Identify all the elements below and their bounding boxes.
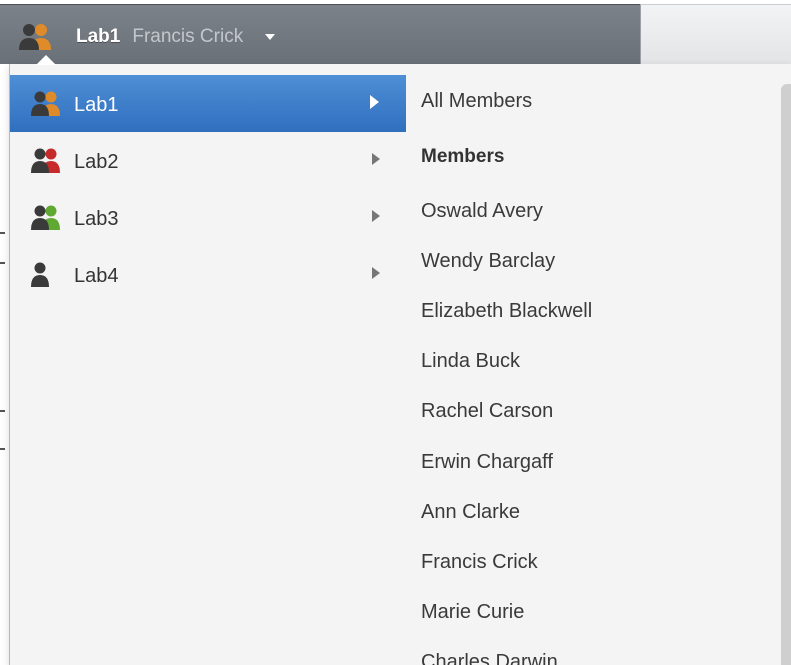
member-item[interactable]: Oswald Avery: [421, 200, 543, 223]
group-item-lab3[interactable]: Lab3: [10, 189, 406, 246]
scrollbar-thumb[interactable]: [781, 84, 791, 665]
submenu-arrow-icon: [372, 153, 380, 165]
user-icon: [31, 262, 49, 287]
screen: Lab1 Francis Crick Lab1 Lab2 Lab3 Lab4 A…: [0, 0, 791, 665]
group-item-label: Lab2: [74, 151, 119, 173]
group-item-lab2[interactable]: Lab2: [10, 132, 406, 189]
members-section-header: Members: [421, 146, 505, 167]
member-item[interactable]: Linda Buck: [421, 350, 520, 373]
group-users-icon: [31, 205, 60, 230]
submenu-arrow-icon: [372, 210, 380, 222]
member-item[interactable]: Ann Clarke: [421, 501, 520, 524]
group-dropdown-menu: Lab1 Lab2 Lab3 Lab4 All Members Members …: [9, 64, 791, 665]
all-members-item[interactable]: All Members: [421, 90, 532, 113]
dropdown-pointer: [36, 55, 56, 65]
member-item[interactable]: Charles Darwin: [421, 651, 558, 665]
submenu-arrow-icon: [372, 267, 380, 279]
caret-down-icon: [265, 34, 276, 40]
group-list: Lab1 Lab2 Lab3 Lab4: [10, 75, 406, 303]
group-item-label: Lab4: [74, 265, 119, 287]
group-switcher-button[interactable]: Lab1 Francis Crick: [14, 21, 276, 53]
member-item[interactable]: Erwin Chargaff: [421, 451, 553, 474]
group-item-label: Lab3: [74, 208, 119, 230]
group-users-icon: [31, 91, 60, 116]
member-item[interactable]: Elizabeth Blackwell: [421, 300, 592, 323]
background-mark: [0, 262, 5, 264]
group-item-label: Lab1: [74, 94, 119, 116]
member-item[interactable]: Wendy Barclay: [421, 250, 555, 273]
current-group-label: Lab1: [76, 26, 121, 47]
background-mark: [0, 448, 5, 450]
group-users-icon: [19, 24, 51, 50]
group-item-lab4[interactable]: Lab4: [10, 246, 406, 303]
top-bar: Lab1 Francis Crick: [0, 4, 640, 64]
members-submenu: All Members Members Oswald Avery Wendy B…: [406, 64, 776, 665]
scrollbar[interactable]: [781, 84, 791, 665]
current-user-label: Francis Crick: [132, 26, 244, 47]
submenu-arrow-icon: [370, 95, 379, 109]
group-item-lab1[interactable]: Lab1: [10, 75, 406, 132]
background-mark: [0, 232, 5, 234]
member-item[interactable]: Francis Crick: [421, 551, 538, 574]
top-bar-right: [640, 4, 791, 64]
member-item[interactable]: Rachel Carson: [421, 400, 553, 423]
background-mark: [0, 410, 5, 412]
group-users-icon: [31, 148, 60, 173]
member-item[interactable]: Marie Curie: [421, 601, 524, 624]
